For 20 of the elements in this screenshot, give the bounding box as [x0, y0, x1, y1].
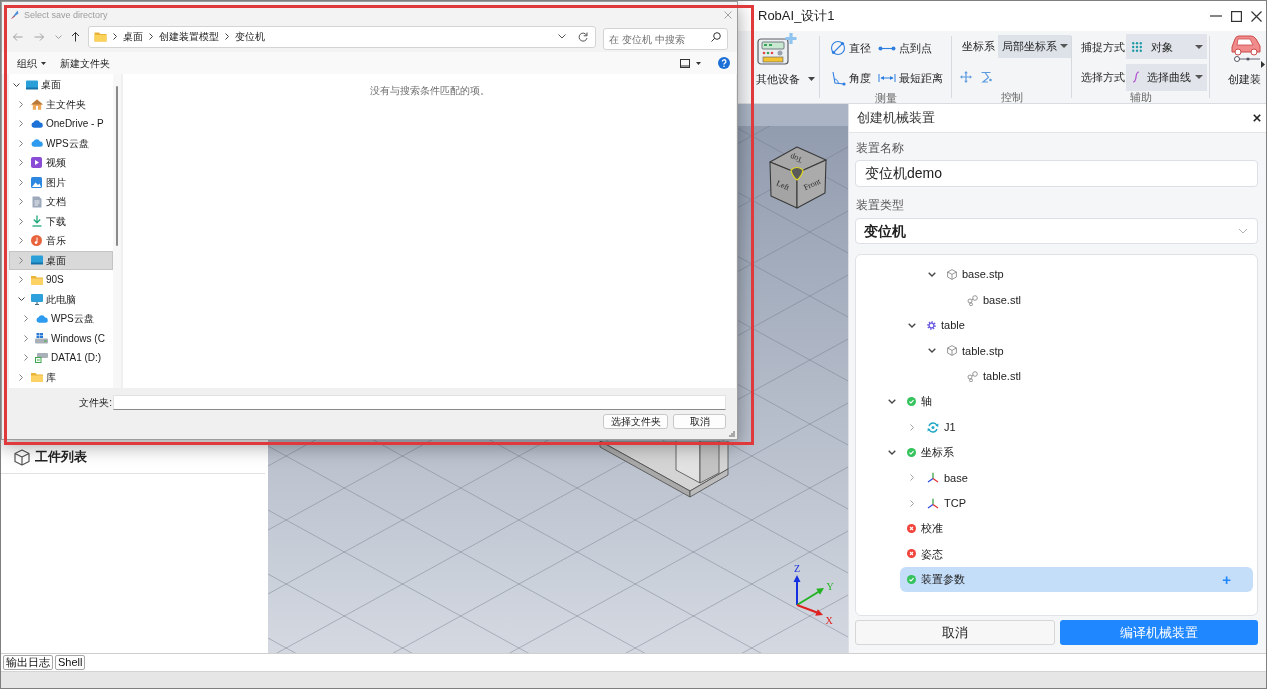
field-label: 坐标系 — [962, 39, 995, 54]
window-title: RobAI_设计1 — [758, 7, 835, 26]
field-label: 选择方式 — [1081, 70, 1125, 85]
field-label: 装置名称 — [855, 140, 904, 156]
field-label: 文件夹: — [79, 396, 112, 410]
field-label: 装置类型 — [855, 197, 904, 213]
group-label: 辅助 — [1129, 91, 1152, 103]
field-label: 捕捉方式 — [1081, 39, 1125, 55]
empty-message: 没有与搜索条件匹配的项。 — [369, 84, 490, 98]
dialog-title: Select save directory — [24, 10, 108, 20]
axis-label: Y — [826, 581, 834, 592]
panel-title: 工件列表 — [35, 448, 87, 467]
panel-title: 创建机械装置 — [857, 109, 935, 128]
cube-face-label: Front — [802, 176, 822, 193]
axis-label: X — [825, 615, 833, 626]
cube-face-label: Left — [774, 178, 791, 193]
group-label: 控制 — [1000, 91, 1023, 103]
cube-face-label: Top — [788, 152, 804, 165]
group-label: 测量 — [874, 92, 897, 104]
axis-label: Z — [793, 563, 801, 574]
